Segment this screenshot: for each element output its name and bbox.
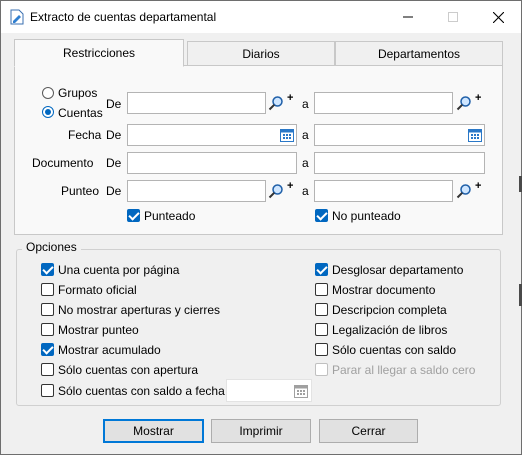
documento-label: Documento xyxy=(32,156,94,170)
radio-grupos[interactable] xyxy=(42,87,54,99)
close-button[interactable] xyxy=(476,1,520,33)
app-icon xyxy=(10,9,24,25)
de-label: De xyxy=(106,184,122,198)
tab-label: Restricciones xyxy=(62,46,136,60)
option-mostrar-acumulado-checkbox[interactable] xyxy=(41,343,54,356)
maximize-button xyxy=(431,1,475,33)
fecha-a-input[interactable] xyxy=(314,124,485,146)
cerrar-button[interactable]: Cerrar xyxy=(319,419,418,443)
tab-departamentos[interactable]: Departamentos xyxy=(335,41,503,65)
a-label: a xyxy=(302,97,309,111)
option-label: Mostrar documento xyxy=(332,283,436,297)
radio-grupos-label: Grupos xyxy=(58,86,98,100)
mostrar-button-label: Mostrar xyxy=(133,424,174,438)
tab-label: Diarios xyxy=(242,46,280,61)
option-label: Sólo cuentas con apertura xyxy=(58,363,199,377)
punteo-de-input[interactable] xyxy=(127,180,266,202)
punteo-label: Punteo xyxy=(61,184,100,198)
option-no-mostrar-aperturas-checkbox[interactable] xyxy=(41,303,54,316)
option-label: Parar al llegar a saldo cero xyxy=(332,363,476,377)
option-mostrar-documento-checkbox[interactable] xyxy=(315,283,328,296)
cuentas-de-input[interactable] xyxy=(127,92,266,114)
de-label: De xyxy=(106,97,122,111)
option-mostrar-punteo-checkbox[interactable] xyxy=(41,323,54,336)
documento-a-input[interactable] xyxy=(314,152,485,174)
search-icon[interactable] xyxy=(456,183,472,199)
punteado-label: Punteado xyxy=(144,209,196,223)
calendar-icon[interactable] xyxy=(280,128,294,142)
de-label: De xyxy=(106,128,122,142)
option-label: Descripcion completa xyxy=(332,303,447,317)
cerrar-button-label: Cerrar xyxy=(351,424,386,438)
option-label: Mostrar punteo xyxy=(58,323,139,337)
minimize-button[interactable] xyxy=(386,1,430,33)
punteado-checkbox[interactable] xyxy=(127,209,140,222)
a-label: a xyxy=(302,128,309,142)
option-label: Sólo cuentas con saldo xyxy=(332,343,457,357)
fecha-label: Fecha xyxy=(68,128,102,142)
option-formato-oficial-checkbox[interactable] xyxy=(41,283,54,296)
option-solo-apertura-checkbox[interactable] xyxy=(41,363,54,376)
option-label: Formato oficial xyxy=(58,283,137,297)
plus-icon[interactable]: + xyxy=(475,93,483,104)
punteo-a-input[interactable] xyxy=(314,180,453,202)
maximize-icon xyxy=(448,12,458,22)
search-icon[interactable] xyxy=(456,95,472,111)
fecha-de-input[interactable] xyxy=(127,124,297,146)
imprimir-button[interactable]: Imprimir xyxy=(211,419,311,443)
search-icon[interactable] xyxy=(268,183,284,199)
calendar-icon[interactable] xyxy=(468,128,482,142)
option-label: Mostrar acumulado xyxy=(58,343,161,357)
option-label: Desglosar departamento xyxy=(332,263,464,277)
tab-diarios[interactable]: Diarios xyxy=(187,41,335,65)
tab-label: Departamentos xyxy=(377,46,461,61)
imprimir-button-label: Imprimir xyxy=(239,424,283,438)
option-label: Sólo cuentas con saldo a fecha xyxy=(58,384,225,398)
window-title: Extracto de cuentas departamental xyxy=(30,10,217,24)
minimize-icon xyxy=(403,16,413,18)
option-parar-saldo-cero-checkbox xyxy=(315,363,328,376)
plus-icon[interactable]: + xyxy=(287,93,295,104)
a-label: a xyxy=(302,184,309,198)
tab-restricciones[interactable]: Restricciones xyxy=(14,39,184,67)
a-label: a xyxy=(302,156,309,170)
radio-cuentas-label: Cuentas xyxy=(58,106,103,120)
option-label: Legalización de libros xyxy=(332,323,448,337)
calendar-icon[interactable] xyxy=(294,384,308,398)
option-legalizacion-checkbox[interactable] xyxy=(315,323,328,336)
option-descripcion-completa-checkbox[interactable] xyxy=(315,303,328,316)
plus-icon[interactable]: + xyxy=(287,181,295,192)
opciones-title: Opciones xyxy=(22,240,81,254)
documento-de-input[interactable] xyxy=(127,152,297,174)
no-punteado-checkbox[interactable] xyxy=(315,209,328,222)
option-saldo-fecha-checkbox[interactable] xyxy=(41,384,54,397)
no-punteado-label: No punteado xyxy=(332,209,401,223)
option-una-cuenta-checkbox[interactable] xyxy=(41,263,54,276)
close-icon xyxy=(492,11,504,23)
plus-icon[interactable]: + xyxy=(475,181,483,192)
option-solo-saldo-checkbox[interactable] xyxy=(315,343,328,356)
mostrar-button[interactable]: Mostrar xyxy=(103,419,204,443)
search-icon[interactable] xyxy=(268,95,284,111)
option-label: No mostrar aperturas y cierres xyxy=(58,303,221,317)
radio-cuentas[interactable] xyxy=(42,106,54,118)
option-label: Una cuenta por página xyxy=(58,263,180,277)
cuentas-a-input[interactable] xyxy=(314,92,453,114)
option-desglosar-checkbox[interactable] xyxy=(315,263,328,276)
de-label: De xyxy=(106,156,122,170)
